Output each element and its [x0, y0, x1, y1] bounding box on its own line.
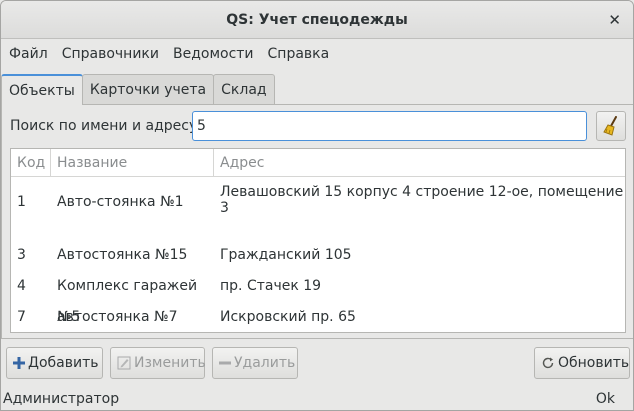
- window-title: QS: Учет спецодежды: [226, 12, 408, 28]
- delete-button[interactable]: Удалить: [212, 347, 298, 379]
- tab-cards[interactable]: Карточки учета: [81, 74, 215, 104]
- tab-objects[interactable]: Объекты: [1, 74, 83, 105]
- status-bar: Администратор Ok: [1, 387, 633, 410]
- edit-button[interactable]: Изменить: [110, 347, 206, 379]
- tab-warehouse[interactable]: Склад: [213, 74, 275, 104]
- menu-file[interactable]: Файл: [9, 46, 48, 62]
- table-row[interactable]: 4 Комплекс гаражей №5 пр. Стачек 19: [11, 271, 625, 325]
- search-row: Поиск по имени и адресу:: [10, 111, 633, 141]
- column-header-name[interactable]: Название: [51, 149, 214, 176]
- edit-icon: [117, 356, 131, 370]
- broom-icon: [603, 116, 617, 136]
- cell-address: Гражданский 105: [220, 247, 352, 263]
- tab-bar: Объекты Карточки учета Склад: [1, 74, 275, 105]
- menu-help[interactable]: Справка: [268, 46, 330, 62]
- column-header-code[interactable]: Код: [11, 149, 51, 176]
- menu-references[interactable]: Справочники: [62, 46, 159, 62]
- search-label: Поиск по имени и адресу:: [10, 118, 202, 134]
- delete-button-label: Удалить: [234, 355, 296, 371]
- cell-code: 3: [17, 247, 26, 263]
- add-button[interactable]: Добавить: [6, 347, 103, 379]
- table-row[interactable]: 1 Авто-стоянка №1 Левашовский 15 корпус …: [11, 177, 625, 238]
- cell-name: Авто-стоянка №1: [57, 194, 184, 210]
- refresh-button-label: Обновить: [558, 355, 630, 371]
- add-button-label: Добавить: [28, 355, 99, 371]
- search-input[interactable]: [192, 111, 587, 141]
- table-header: Код Название Адрес: [11, 149, 625, 177]
- column-header-address[interactable]: Адрес: [214, 149, 625, 176]
- minus-icon: [219, 357, 231, 369]
- title-bar[interactable]: QS: Учет спецодежды ✕: [1, 1, 633, 39]
- cell-name: Комплекс гаражей №5: [57, 278, 198, 325]
- status-user: Администратор: [3, 391, 120, 407]
- cell-code: 4: [17, 278, 26, 294]
- cell-name: автостоянка №7: [57, 309, 178, 325]
- action-bar: Добавить Изменить Удалить Обновить: [1, 347, 633, 379]
- cell-name: Автостоянка №15: [57, 247, 188, 263]
- status-state: Ok: [595, 391, 615, 407]
- plus-icon: [13, 357, 25, 369]
- menu-bar: Файл Справочники Ведомости Справка: [1, 39, 633, 69]
- cell-address: Искровский пр. 65: [220, 309, 356, 325]
- cell-address: пр. Стачек 19: [220, 278, 322, 294]
- objects-table: Код Название Адрес 1 Авто-стоянка №1 Лев…: [10, 148, 626, 333]
- cell-code: 1: [17, 194, 26, 210]
- edit-button-label: Изменить: [134, 355, 206, 371]
- cell-code: 7: [17, 309, 26, 325]
- menu-reports[interactable]: Ведомости: [173, 46, 254, 62]
- table-row[interactable]: 7 автостоянка №7 Искровский пр. 65: [11, 302, 625, 333]
- cell-address: Левашовский 15 корпус 4 строение 12-ое, …: [220, 184, 624, 216]
- table-row[interactable]: 3 Автостоянка №15 Гражданский 105: [11, 240, 625, 271]
- clear-search-button[interactable]: [596, 111, 626, 141]
- close-icon[interactable]: ✕: [608, 1, 621, 39]
- app-window: QS: Учет спецодежды ✕ Файл Справочники В…: [0, 0, 634, 411]
- refresh-button[interactable]: Обновить: [534, 347, 630, 379]
- refresh-icon: [541, 356, 555, 370]
- objects-panel: Поиск по имени и адресу: Код Название Ад…: [1, 104, 633, 339]
